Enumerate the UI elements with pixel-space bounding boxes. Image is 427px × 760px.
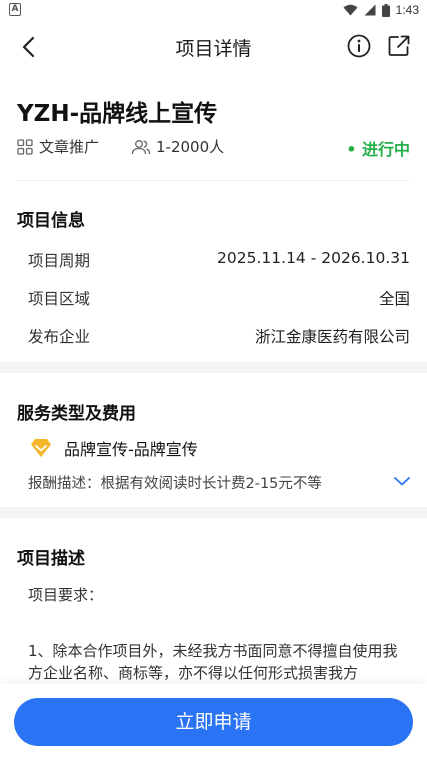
section-heading-info: 项目信息 [17, 211, 85, 231]
info-icon[interactable] [346, 33, 372, 59]
apply-button[interactable]: 立即申请 [14, 698, 413, 746]
service-item: 品牌宣传-品牌宣传 [30, 436, 198, 460]
status-icons: 1:43 [343, 2, 419, 18]
info-label: 发布企业 [28, 328, 91, 346]
section-separator [0, 362, 427, 373]
diamond-badge-icon [31, 439, 51, 457]
requirement-label: 项目要求： [28, 586, 104, 604]
info-row-region: 项目区域 全国 [28, 287, 410, 311]
info-row-company: 发布企业 浙江金康医药有限公司 [28, 325, 410, 349]
project-people: 1-2000人 [131, 136, 224, 157]
chevron-down-icon[interactable] [392, 473, 412, 489]
project-category: 文章推广 [17, 136, 99, 157]
info-value: 2025.11.14 - 2026.10.31 [217, 249, 410, 267]
info-row-period: 项目周期 2025.11.14 - 2026.10.31 [28, 249, 410, 273]
service-name: 品牌宣传-品牌宣传 [64, 440, 198, 459]
wifi-icon [343, 4, 358, 16]
status-bar: A 1:43 [0, 0, 427, 20]
signal-icon [364, 4, 376, 16]
notification-icon: A [9, 3, 21, 16]
project-meta: 文章推广 1-2000人 • 进行中 [17, 136, 410, 159]
description-text: 1、除本合作项目外，未经我方书面同意不得擅自使用我方企业名称、商标等，亦不得以任… [28, 642, 398, 682]
share-icon[interactable] [386, 33, 412, 59]
section-heading-description: 项目描述 [17, 549, 85, 569]
info-value: 浙江金康医药有限公司 [254, 328, 410, 346]
people-icon [131, 139, 151, 154]
category-label: 文章推广 [39, 138, 100, 156]
status-badge: • 进行中 [346, 140, 410, 159]
project-title: YZH-品牌线上宣传 [17, 101, 218, 127]
clock: 1:43 [395, 3, 419, 17]
nav-bar: 项目详情 [0, 20, 427, 74]
battery-icon [381, 3, 390, 17]
section-heading-service: 服务类型及费用 [17, 404, 136, 424]
section-separator [0, 507, 427, 518]
info-label: 项目周期 [28, 252, 91, 270]
people-label: 1-2000人 [156, 138, 225, 156]
reward-description: 报酬描述：根据有效阅读时长计费2-15元不等 [28, 476, 322, 492]
info-label: 项目区域 [28, 290, 91, 308]
grid-icon [17, 138, 33, 155]
info-value: 全国 [378, 290, 410, 308]
divider [17, 180, 410, 181]
